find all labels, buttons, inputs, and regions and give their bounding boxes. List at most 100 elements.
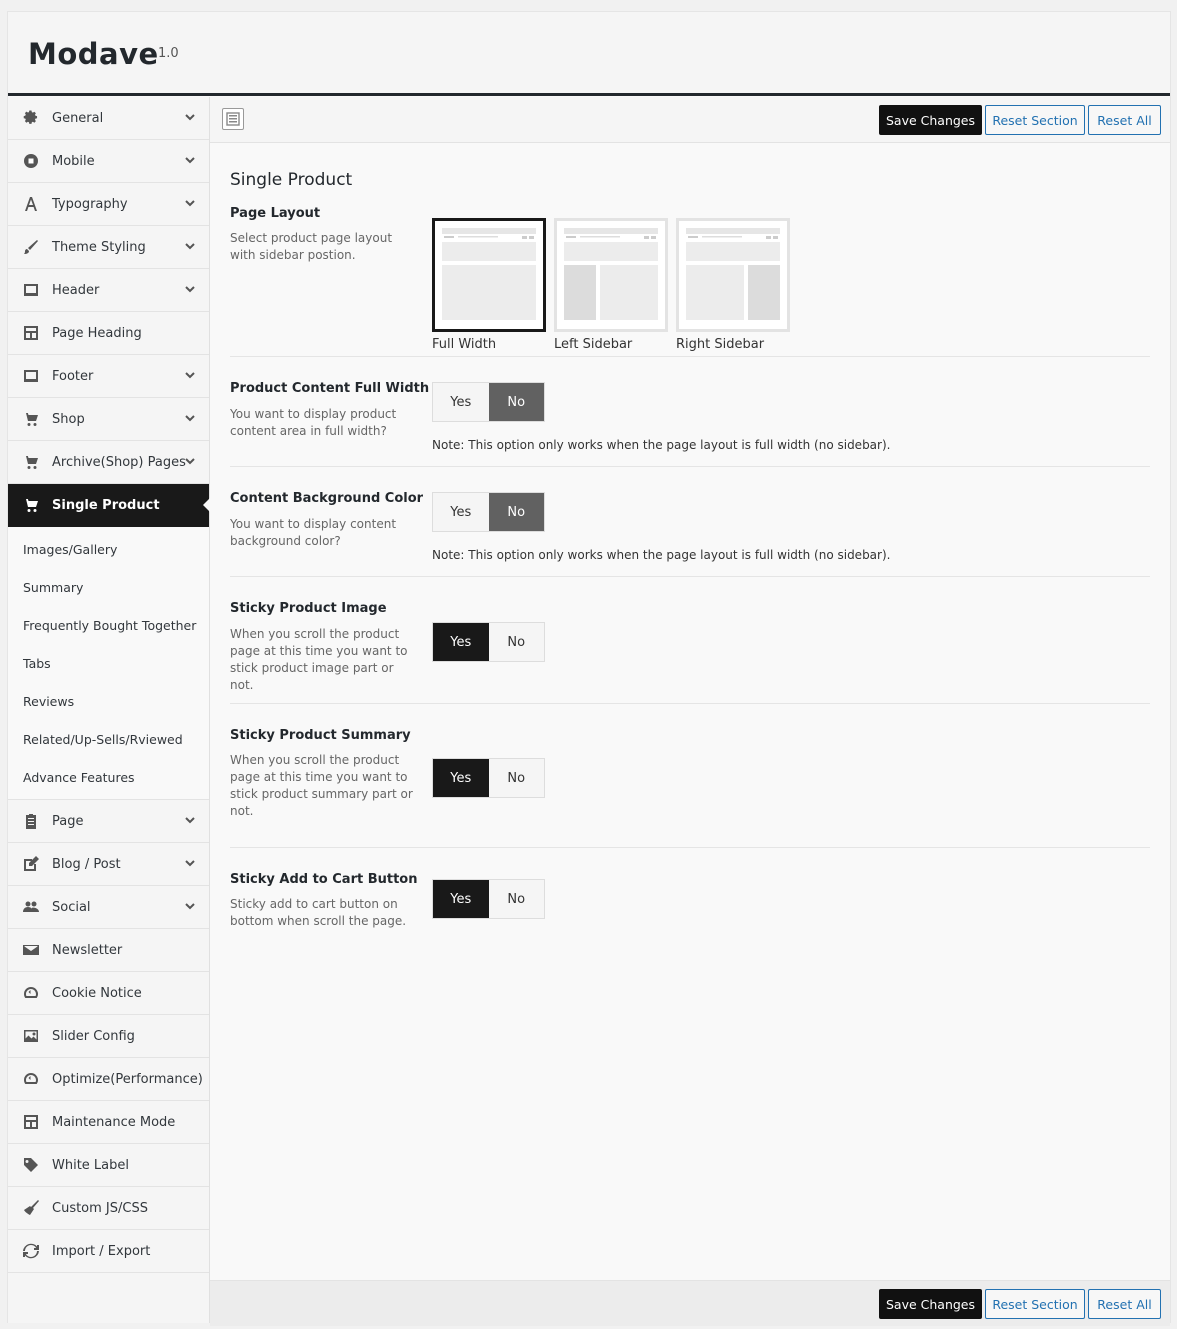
chevron-down-icon[interactable] [184, 240, 196, 252]
sidebar-item-shop[interactable]: Shop [8, 398, 209, 441]
right-sidebar-layout-icon [686, 228, 780, 320]
sidebar-item-label: Custom JS/CSS [52, 1200, 148, 1216]
submenu-item-summary[interactable]: Summary [8, 568, 209, 606]
save-changes-button[interactable]: Save Changes [879, 105, 982, 135]
chevron-down-icon[interactable] [184, 455, 196, 467]
chevron-down-icon[interactable] [184, 111, 196, 123]
toggle-no-button[interactable]: No [488, 493, 544, 531]
product-content-full-width-field: Product Content Full Width You want to di… [230, 357, 1150, 467]
chevron-down-icon[interactable] [184, 197, 196, 209]
submenu-item-tabs[interactable]: Tabs [8, 644, 209, 682]
submenu-item-related-up-sells-rviewed[interactable]: Related/Up-Sells/Rviewed [8, 720, 209, 758]
image-icon [22, 1027, 40, 1045]
layout-option-right-sidebar[interactable] [676, 218, 790, 332]
sidebar-item-archive-shop-pages[interactable]: Archive(Shop) Pages [8, 441, 209, 484]
chevron-down-icon[interactable] [184, 154, 196, 166]
toggle-yes-button[interactable]: Yes [433, 493, 489, 531]
layout-option-left-sidebar[interactable] [554, 218, 668, 332]
bottom-toolbar: Save Changes Reset Section Reset All [210, 1280, 1170, 1326]
options-panel: Modave 1.0 General Mobile Typography Theme … [7, 11, 1171, 1326]
reset-all-button[interactable]: Reset All [1088, 1289, 1161, 1319]
dashboard-icon [22, 1070, 40, 1088]
field-title: Sticky Add to Cart Button [230, 872, 418, 887]
reset-section-button[interactable]: Reset Section [985, 1289, 1085, 1319]
chevron-down-icon[interactable] [184, 283, 196, 295]
sticky-product-summary-field: Sticky Product Summary When you scroll th… [230, 704, 1150, 848]
font-icon [22, 195, 40, 213]
sidebar-item-page-heading[interactable]: Page Heading [8, 312, 209, 355]
sidebar-item-import-export[interactable]: Import / Export [8, 1230, 209, 1273]
submenu-item-images-gallery[interactable]: Images/Gallery [8, 530, 209, 568]
toggle-no-button[interactable]: No [488, 383, 544, 421]
list-icon [226, 112, 240, 126]
toggle-yes-button[interactable]: Yes [433, 623, 489, 661]
submenu-item-reviews[interactable]: Reviews [8, 682, 209, 720]
sidebar-item-theme-styling[interactable]: Theme Styling [8, 226, 209, 269]
toggle-no-button[interactable]: No [488, 880, 544, 918]
save-changes-button[interactable]: Save Changes [879, 1289, 982, 1319]
chevron-down-icon[interactable] [184, 900, 196, 912]
sidebar-item-optimize-performance[interactable]: Optimize(Performance) [8, 1058, 209, 1101]
toggle-yes-button[interactable]: Yes [433, 383, 489, 421]
expand-options-button[interactable] [222, 108, 244, 130]
panel-header: Modave 1.0 [8, 12, 1170, 96]
sidebar-item-mobile[interactable]: Mobile [8, 140, 209, 183]
sidebar-item-page[interactable]: Page [8, 800, 209, 843]
app-version: 1.0 [158, 46, 179, 61]
sidebar-item-typography[interactable]: Typography [8, 183, 209, 226]
chevron-down-icon[interactable] [184, 814, 196, 826]
sidebar-item-label: Slider Config [52, 1028, 135, 1044]
sidebar-item-label: Import / Export [52, 1243, 151, 1259]
sidebar-item-footer[interactable]: Footer [8, 355, 209, 398]
sidebar-item-general[interactable]: General [8, 97, 209, 140]
sidebar-item-maintenance-mode[interactable]: Maintenance Mode [8, 1101, 209, 1144]
toggle-yes-button[interactable]: Yes [433, 880, 489, 918]
sidebar-item-label: Single Product [52, 497, 160, 513]
sidebar-item-label: Maintenance Mode [52, 1114, 176, 1130]
layout-option-full-width[interactable] [432, 218, 546, 332]
sidebar-item-newsletter[interactable]: Newsletter [8, 929, 209, 972]
cart-icon [22, 496, 40, 514]
chevron-down-icon[interactable] [184, 369, 196, 381]
sidebar-item-slider-config[interactable]: Slider Config [8, 1015, 209, 1058]
chevron-down-icon[interactable] [184, 412, 196, 424]
yes-no-toggle: Yes No [432, 879, 545, 919]
clipboard-icon [22, 812, 40, 830]
sidebar-item-cookie-notice[interactable]: Cookie Notice [8, 972, 209, 1015]
yes-no-toggle: Yes No [432, 492, 545, 532]
field-note: Note: This option only works when the pa… [432, 548, 891, 562]
submenu-item-frequently-bought-together[interactable]: Frequently Bought Together [8, 606, 209, 644]
toggle-yes-button[interactable]: Yes [433, 759, 489, 797]
field-description: Select product page layout with sidebar … [230, 231, 393, 262]
sidebar-item-label: White Label [52, 1157, 130, 1173]
submenu-item-advance-features[interactable]: Advance Features [8, 758, 209, 796]
layout-icon [22, 1113, 40, 1131]
field-title: Sticky Product Image [230, 601, 387, 616]
left-sidebar-layout-icon [564, 228, 658, 320]
reset-section-button[interactable]: Reset Section [985, 105, 1085, 135]
field-note: Note: This option only works when the pa… [432, 438, 891, 452]
sidebar-item-social[interactable]: Social [8, 886, 209, 929]
chevron-down-icon[interactable] [184, 857, 196, 869]
yes-no-toggle: Yes No [432, 382, 545, 422]
footer-icon [22, 367, 40, 385]
toggle-no-button[interactable]: No [488, 759, 544, 797]
sidebar-item-label: Newsletter [52, 942, 123, 958]
sidebar-item-header[interactable]: Header [8, 269, 209, 312]
sidebar-item-single-product[interactable]: Single Product [8, 484, 210, 527]
field-title: Content Background Color [230, 491, 424, 506]
reset-all-button[interactable]: Reset All [1088, 105, 1161, 135]
field-description: You want to display product content area… [230, 407, 397, 438]
sidebar-item-blog-post[interactable]: Blog / Post [8, 843, 209, 886]
cart-icon [22, 410, 40, 428]
field-title: Sticky Product Summary [230, 728, 411, 743]
field-title: Page Layout [230, 206, 321, 221]
yes-no-toggle: Yes No [432, 622, 545, 662]
toggle-no-button[interactable]: No [488, 623, 544, 661]
sidebar-item-white-label[interactable]: White Label [8, 1144, 209, 1187]
sidebar-item-custom-js-css[interactable]: Custom JS/CSS [8, 1187, 209, 1230]
sidebar-submenu: Images/Gallery Summary Frequently Bought T… [8, 527, 209, 800]
field-description: You want to display content background c… [230, 517, 397, 548]
header-icon [22, 281, 40, 299]
layout-option-label: Left Sidebar [554, 337, 633, 352]
